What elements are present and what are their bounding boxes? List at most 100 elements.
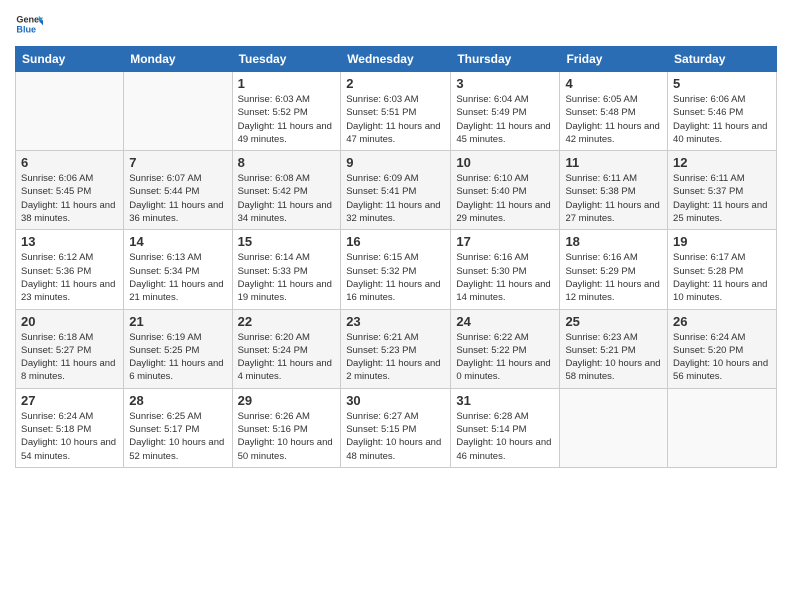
calendar-cell: 5 Sunrise: 6:06 AM Sunset: 5:46 PM Daylig… [668,72,777,151]
day-number: 13 [21,234,118,249]
day-number: 5 [673,76,771,91]
calendar-cell: 26 Sunrise: 6:24 AM Sunset: 5:20 PM Dayli… [668,309,777,388]
day-info: Sunrise: 6:22 AM Sunset: 5:22 PM Dayligh… [456,331,554,384]
day-number: 16 [346,234,445,249]
logo-icon: General Blue [15,10,43,38]
weekday-header-friday: Friday [560,47,668,72]
day-info: Sunrise: 6:04 AM Sunset: 5:49 PM Dayligh… [456,93,554,146]
calendar-cell: 10 Sunrise: 6:10 AM Sunset: 5:40 PM Dayli… [451,151,560,230]
day-info: Sunrise: 6:16 AM Sunset: 5:29 PM Dayligh… [565,251,662,304]
day-number: 2 [346,76,445,91]
day-number: 7 [129,155,226,170]
day-number: 15 [238,234,336,249]
day-info: Sunrise: 6:06 AM Sunset: 5:45 PM Dayligh… [21,172,118,225]
calendar-cell: 14 Sunrise: 6:13 AM Sunset: 5:34 PM Dayli… [124,230,232,309]
calendar-cell: 21 Sunrise: 6:19 AM Sunset: 5:25 PM Dayli… [124,309,232,388]
day-info: Sunrise: 6:03 AM Sunset: 5:51 PM Dayligh… [346,93,445,146]
weekday-header-tuesday: Tuesday [232,47,341,72]
calendar-cell [668,388,777,467]
calendar-cell: 8Sunrise: 6:08 AM Sunset: 5:42 PM Daylig… [232,151,341,230]
day-info: Sunrise: 6:28 AM Sunset: 5:14 PM Dayligh… [456,410,554,463]
calendar-cell: 30 Sunrise: 6:27 AM Sunset: 5:15 PM Dayli… [341,388,451,467]
calendar-cell: 19Sunrise: 6:17 AM Sunset: 5:28 PM Dayli… [668,230,777,309]
day-info: Sunrise: 6:11 AM Sunset: 5:38 PM Dayligh… [565,172,662,225]
calendar-cell: 29 Sunrise: 6:26 AM Sunset: 5:16 PM Dayli… [232,388,341,467]
calendar-row-5: 27 Sunrise: 6:24 AM Sunset: 5:18 PM Dayli… [16,388,777,467]
day-info: Sunrise: 6:21 AM Sunset: 5:23 PM Dayligh… [346,331,445,384]
day-number: 3 [456,76,554,91]
day-number: 27 [21,393,118,408]
calendar-cell: 31Sunrise: 6:28 AM Sunset: 5:14 PM Dayli… [451,388,560,467]
calendar-cell: 11 Sunrise: 6:11 AM Sunset: 5:38 PM Dayli… [560,151,668,230]
day-info: Sunrise: 6:26 AM Sunset: 5:16 PM Dayligh… [238,410,336,463]
calendar-row-1: 1 Sunrise: 6:03 AM Sunset: 5:52 PM Daylig… [16,72,777,151]
calendar-cell [124,72,232,151]
calendar-row-4: 20Sunrise: 6:18 AM Sunset: 5:27 PM Dayli… [16,309,777,388]
calendar-table: SundayMondayTuesdayWednesdayThursdayFrid… [15,46,777,468]
day-number: 20 [21,314,118,329]
day-info: Sunrise: 6:09 AM Sunset: 5:41 PM Dayligh… [346,172,445,225]
calendar-cell: 4 Sunrise: 6:05 AM Sunset: 5:48 PM Daylig… [560,72,668,151]
calendar-cell: 9 Sunrise: 6:09 AM Sunset: 5:41 PM Daylig… [341,151,451,230]
day-number: 6 [21,155,118,170]
day-info: Sunrise: 6:13 AM Sunset: 5:34 PM Dayligh… [129,251,226,304]
calendar-row-2: 6 Sunrise: 6:06 AM Sunset: 5:45 PM Daylig… [16,151,777,230]
calendar-cell: 1 Sunrise: 6:03 AM Sunset: 5:52 PM Daylig… [232,72,341,151]
day-number: 25 [565,314,662,329]
day-number: 26 [673,314,771,329]
weekday-header-monday: Monday [124,47,232,72]
day-info: Sunrise: 6:12 AM Sunset: 5:36 PM Dayligh… [21,251,118,304]
weekday-header-row: SundayMondayTuesdayWednesdayThursdayFrid… [16,47,777,72]
day-number: 21 [129,314,226,329]
calendar-cell: 16Sunrise: 6:15 AM Sunset: 5:32 PM Dayli… [341,230,451,309]
calendar-cell: 12 Sunrise: 6:11 AM Sunset: 5:37 PM Dayli… [668,151,777,230]
calendar-cell: 27 Sunrise: 6:24 AM Sunset: 5:18 PM Dayli… [16,388,124,467]
day-info: Sunrise: 6:11 AM Sunset: 5:37 PM Dayligh… [673,172,771,225]
day-number: 4 [565,76,662,91]
calendar-cell: 20Sunrise: 6:18 AM Sunset: 5:27 PM Dayli… [16,309,124,388]
calendar-cell: 28 Sunrise: 6:25 AM Sunset: 5:17 PM Dayli… [124,388,232,467]
calendar-cell: 24 Sunrise: 6:22 AM Sunset: 5:22 PM Dayli… [451,309,560,388]
day-number: 30 [346,393,445,408]
day-info: Sunrise: 6:06 AM Sunset: 5:46 PM Dayligh… [673,93,771,146]
calendar-row-3: 13 Sunrise: 6:12 AM Sunset: 5:36 PM Dayli… [16,230,777,309]
day-number: 17 [456,234,554,249]
day-number: 14 [129,234,226,249]
day-info: Sunrise: 6:03 AM Sunset: 5:52 PM Dayligh… [238,93,336,146]
weekday-header-wednesday: Wednesday [341,47,451,72]
calendar-cell: 2 Sunrise: 6:03 AM Sunset: 5:51 PM Daylig… [341,72,451,151]
calendar-cell: 13 Sunrise: 6:12 AM Sunset: 5:36 PM Dayli… [16,230,124,309]
day-info: Sunrise: 6:10 AM Sunset: 5:40 PM Dayligh… [456,172,554,225]
calendar-cell [16,72,124,151]
day-info: Sunrise: 6:19 AM Sunset: 5:25 PM Dayligh… [129,331,226,384]
calendar-cell: 17Sunrise: 6:16 AM Sunset: 5:30 PM Dayli… [451,230,560,309]
day-number: 9 [346,155,445,170]
calendar-cell: 22Sunrise: 6:20 AM Sunset: 5:24 PM Dayli… [232,309,341,388]
day-number: 1 [238,76,336,91]
weekday-header-thursday: Thursday [451,47,560,72]
day-info: Sunrise: 6:24 AM Sunset: 5:18 PM Dayligh… [21,410,118,463]
calendar-cell: 23 Sunrise: 6:21 AM Sunset: 5:23 PM Dayli… [341,309,451,388]
calendar-cell: 3 Sunrise: 6:04 AM Sunset: 5:49 PM Daylig… [451,72,560,151]
day-info: Sunrise: 6:08 AM Sunset: 5:42 PM Dayligh… [238,172,336,225]
calendar-cell [560,388,668,467]
day-number: 23 [346,314,445,329]
day-info: Sunrise: 6:24 AM Sunset: 5:20 PM Dayligh… [673,331,771,384]
weekday-header-saturday: Saturday [668,47,777,72]
day-number: 29 [238,393,336,408]
day-info: Sunrise: 6:14 AM Sunset: 5:33 PM Dayligh… [238,251,336,304]
day-number: 28 [129,393,226,408]
day-info: Sunrise: 6:05 AM Sunset: 5:48 PM Dayligh… [565,93,662,146]
day-info: Sunrise: 6:20 AM Sunset: 5:24 PM Dayligh… [238,331,336,384]
calendar-cell: 7Sunrise: 6:07 AM Sunset: 5:44 PM Daylig… [124,151,232,230]
day-number: 12 [673,155,771,170]
day-number: 18 [565,234,662,249]
day-info: Sunrise: 6:25 AM Sunset: 5:17 PM Dayligh… [129,410,226,463]
day-number: 11 [565,155,662,170]
calendar-cell: 18 Sunrise: 6:16 AM Sunset: 5:29 PM Dayli… [560,230,668,309]
day-number: 19 [673,234,771,249]
page: General Blue SundayMondayTuesdayWednesda… [0,0,792,612]
day-info: Sunrise: 6:27 AM Sunset: 5:15 PM Dayligh… [346,410,445,463]
day-number: 24 [456,314,554,329]
day-number: 10 [456,155,554,170]
